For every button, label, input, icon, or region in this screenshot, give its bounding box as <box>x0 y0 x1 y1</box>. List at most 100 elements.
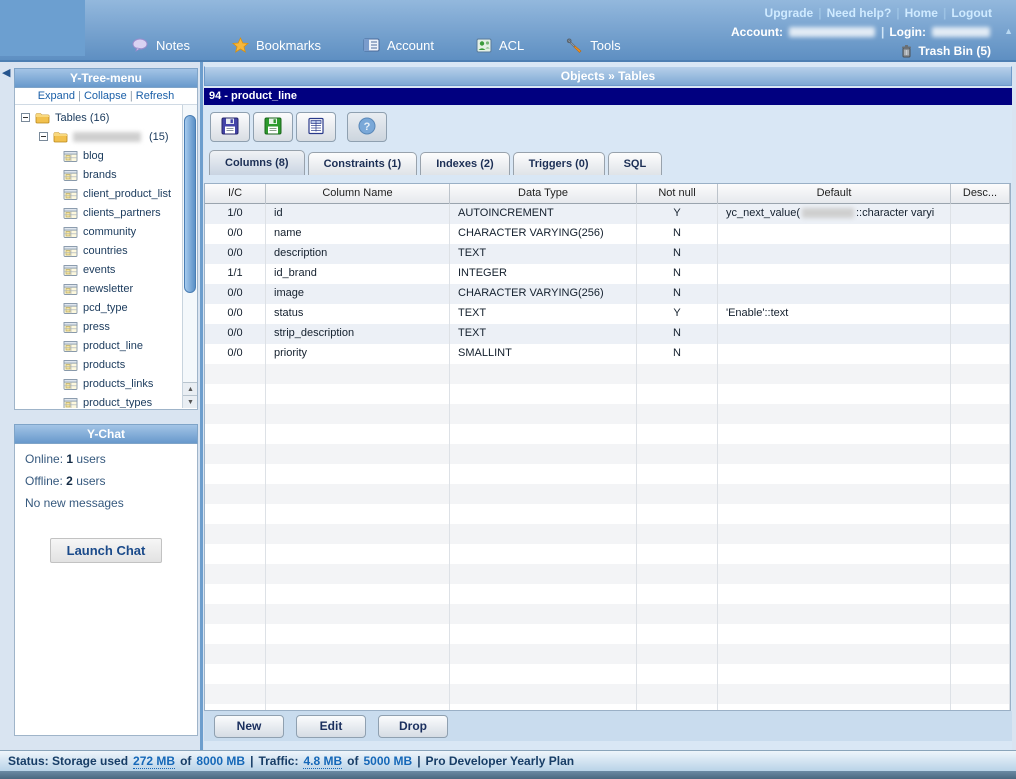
tree-item-label: newsletter <box>83 283 133 295</box>
tree-actions-separator: | <box>75 90 84 102</box>
table-row[interactable]: 0/0strip_descriptionTEXTN <box>205 324 1010 344</box>
toolbar-columns-grid-button[interactable] <box>296 112 336 142</box>
tab-sql[interactable]: SQL <box>608 152 663 175</box>
empty-cell <box>718 444 951 464</box>
nav-item-acl[interactable]: ACL <box>476 38 524 53</box>
top-link-need-help[interactable]: Need help? <box>827 6 892 20</box>
tree-item-tables-root[interactable]: Tables (16) <box>15 108 181 127</box>
empty-cell <box>637 684 718 704</box>
tree-item-countries[interactable]: countries <box>15 241 181 260</box>
tree-item-events[interactable]: events <box>15 260 181 279</box>
edit-button[interactable]: Edit <box>296 715 366 738</box>
toolbar-save-button[interactable] <box>210 112 250 142</box>
tree-action-collapse[interactable]: Collapse <box>84 90 127 102</box>
table-row[interactable]: 0/0prioritySMALLINTN <box>205 344 1010 364</box>
tree-expander-icon[interactable] <box>21 113 30 122</box>
tree-item-label: community <box>83 226 136 238</box>
tree-item-pcd-type[interactable]: pcd_type <box>15 298 181 317</box>
tree-item-press[interactable]: press <box>15 317 181 336</box>
table-actions-bar: New Edit Drop <box>204 711 1012 741</box>
table-row[interactable]: 0/0nameCHARACTER VARYING(256)N <box>205 224 1010 244</box>
tree-item-blog[interactable]: blog <box>15 146 181 165</box>
empty-cell <box>718 564 951 584</box>
empty-cell <box>450 364 637 384</box>
top-link-upgrade[interactable]: Upgrade <box>765 6 814 20</box>
toolbar-help-button[interactable]: ? <box>347 112 387 142</box>
table-row[interactable]: 0/0descriptionTEXTN <box>205 244 1010 264</box>
tree-action-refresh[interactable]: Refresh <box>136 90 175 102</box>
empty-cell <box>951 664 1010 684</box>
cell-desc <box>951 264 1010 284</box>
column-header-default[interactable]: Default <box>718 184 951 204</box>
empty-cell <box>951 444 1010 464</box>
nav-item-notes[interactable]: Notes <box>132 38 190 53</box>
tree-scroll-down-icon[interactable]: ▼ <box>183 395 197 408</box>
status-link-8000-mb[interactable]: 8000 MB <box>196 754 245 768</box>
toolbar-save-green-button[interactable] <box>253 112 293 142</box>
tree-item-products-links[interactable]: products_links <box>15 374 181 393</box>
status-link-4-8-mb[interactable]: 4.8 MB <box>303 754 342 769</box>
launch-chat-button[interactable]: Launch Chat <box>50 538 163 563</box>
empty-cell <box>637 604 718 624</box>
tab-columns-8[interactable]: Columns (8) <box>209 150 305 175</box>
tab-constraints-1[interactable]: Constraints (1) <box>308 152 418 175</box>
logo-area <box>0 0 85 56</box>
empty-cell <box>266 544 450 564</box>
tree-item-newsletter[interactable]: newsletter <box>15 279 181 298</box>
sidebar: Y-Tree-menu Expand | Collapse | Refresh … <box>14 62 198 750</box>
columns-table: I/CColumn NameData TypeNot nullDefaultDe… <box>204 183 1011 711</box>
trash-icon <box>900 44 913 58</box>
tree-scroll-up-icon[interactable]: ▲ <box>183 382 197 395</box>
tab-bar: Columns (8)Constraints (1)Indexes (2)Tri… <box>204 149 1012 175</box>
cell-column-name: id <box>266 204 450 224</box>
tree-item-brands[interactable]: brands <box>15 165 181 184</box>
column-header-data-type[interactable]: Data Type <box>450 184 637 204</box>
tree-item-subfolder[interactable]: (15) <box>15 127 181 146</box>
trash-bin-link[interactable]: Trash Bin (5) <box>900 44 991 58</box>
acl-icon <box>476 38 492 53</box>
status-label-status-storage-used: Status: Storage used <box>8 754 128 768</box>
tree-expander-icon[interactable] <box>39 132 48 141</box>
column-header-not-null[interactable]: Not null <box>637 184 718 204</box>
nav-item-tools[interactable]: Tools <box>566 38 620 53</box>
toolbar: ? <box>204 105 1012 149</box>
tree-item-clients-partners[interactable]: clients_partners <box>15 203 181 222</box>
empty-cell <box>951 364 1010 384</box>
column-header-desc[interactable]: Desc... <box>951 184 1010 204</box>
tree-scrollbar-thumb[interactable] <box>184 115 196 293</box>
nav-label-bookmarks: Bookmarks <box>256 38 321 53</box>
tree-scrollbar[interactable]: ▲ ▼ <box>182 105 197 408</box>
top-link-logout[interactable]: Logout <box>951 6 992 20</box>
drop-button[interactable]: Drop <box>378 715 448 738</box>
nav-item-bookmarks[interactable]: Bookmarks <box>232 37 321 53</box>
status-link-5000-mb[interactable]: 5000 MB <box>363 754 412 768</box>
table-row[interactable]: 0/0imageCHARACTER VARYING(256)N <box>205 284 1010 304</box>
new-button[interactable]: New <box>214 715 284 738</box>
empty-cell <box>266 564 450 584</box>
empty-cell <box>718 704 951 711</box>
tree-item-products[interactable]: products <box>15 355 181 374</box>
tree-item-community[interactable]: community <box>15 222 181 241</box>
top-links-separator: | <box>813 6 826 20</box>
tree-action-expand[interactable]: Expand <box>38 90 75 102</box>
tree-item-label: product_line <box>83 340 143 352</box>
cell-desc <box>951 224 1010 244</box>
page-scroll-up-icon[interactable]: ▲ <box>1004 26 1013 36</box>
tab-indexes-2[interactable]: Indexes (2) <box>420 152 509 175</box>
cell-default: yc_next_value(::character varyi <box>718 204 951 224</box>
tree-item-product-line[interactable]: product_line <box>15 336 181 355</box>
table-row[interactable]: 0/0statusTEXTY'Enable'::text <box>205 304 1010 324</box>
column-header-i-c[interactable]: I/C <box>205 184 266 204</box>
tree-item-client-product-list[interactable]: client_product_list <box>15 184 181 203</box>
sidebar-collapse-icon[interactable]: ◀ <box>2 66 10 79</box>
tree-item-product-types[interactable]: product_types <box>15 393 181 408</box>
table-row[interactable]: 1/1id_brandINTEGERN <box>205 264 1010 284</box>
status-link-272-mb[interactable]: 272 MB <box>133 754 175 769</box>
nav-item-account[interactable]: Account <box>363 38 434 53</box>
status-label-traffic: Traffic: <box>258 754 298 768</box>
table-row[interactable]: 1/0idAUTOINCREMENTYyc_next_value(::chara… <box>205 204 1010 224</box>
table-empty-row <box>205 704 1010 711</box>
top-link-home[interactable]: Home <box>905 6 938 20</box>
tab-triggers-0[interactable]: Triggers (0) <box>513 152 605 175</box>
column-header-column-name[interactable]: Column Name <box>266 184 450 204</box>
